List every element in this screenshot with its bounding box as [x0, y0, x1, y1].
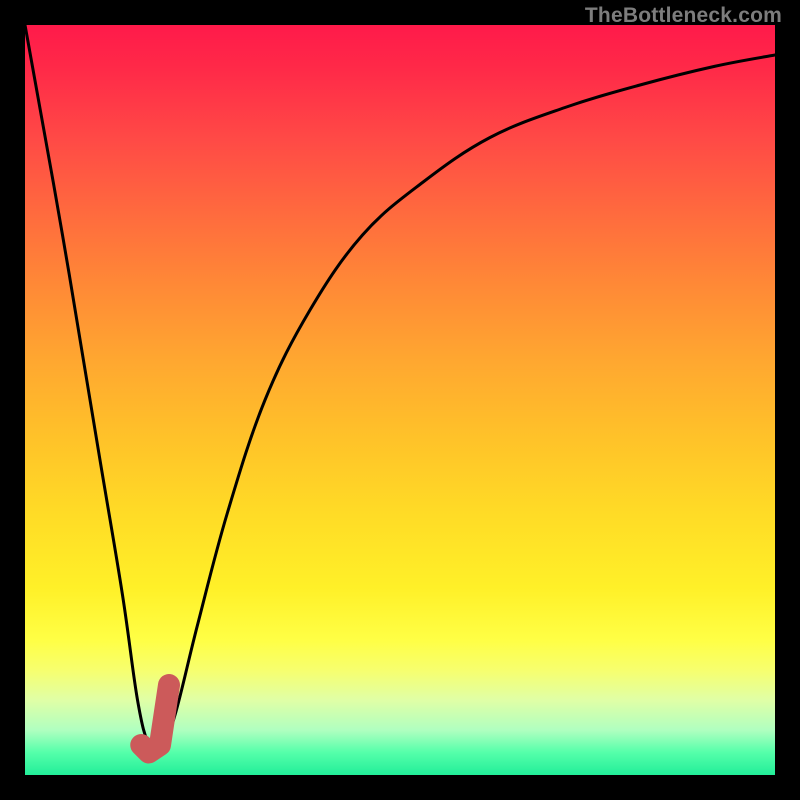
plot-area: [25, 25, 775, 775]
curve-layer: [25, 25, 775, 775]
j-marker: [141, 685, 169, 753]
chart-frame: TheBottleneck.com: [0, 0, 800, 800]
watermark-text: TheBottleneck.com: [585, 4, 782, 28]
bottleneck-curve: [25, 25, 775, 755]
